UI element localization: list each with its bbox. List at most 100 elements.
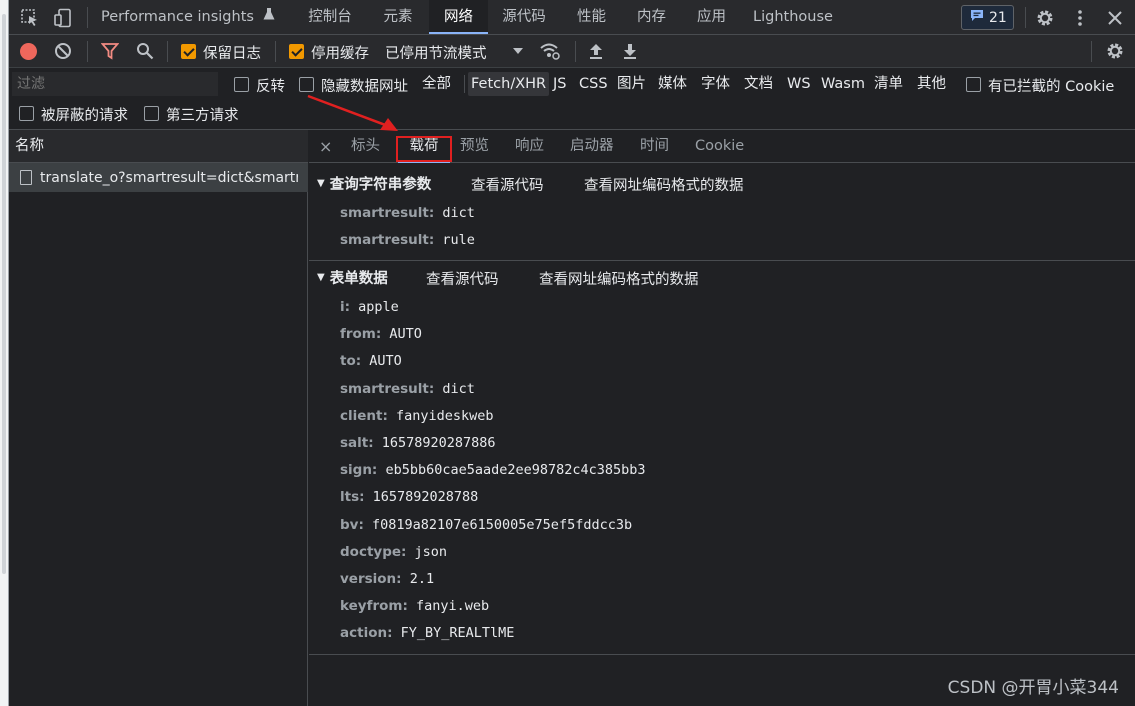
filter-type-other[interactable]: 其他	[914, 72, 949, 96]
param-value: json	[406, 543, 448, 560]
close-icon[interactable]	[1104, 7, 1126, 29]
issues-count: 21	[989, 9, 1007, 26]
disable-cache-checkbox[interactable]	[289, 44, 304, 59]
disable-cache-label: 停用缓存	[311, 46, 369, 62]
filter-type-font[interactable]: 字体	[698, 72, 733, 96]
blocked-requests-checkbox[interactable]	[19, 106, 34, 121]
divider	[87, 41, 88, 62]
divider	[167, 41, 168, 62]
tab-headers[interactable]: 标头	[351, 130, 380, 163]
param-row: i: apple	[340, 296, 399, 318]
tab-network[interactable]: 网络	[429, 0, 488, 34]
filter-type-img[interactable]: 图片	[614, 72, 649, 96]
tab-sources[interactable]: 源代码	[494, 0, 554, 34]
clear-icon[interactable]	[52, 40, 74, 62]
section-divider	[309, 654, 1135, 655]
tab-timing[interactable]: 时间	[640, 130, 669, 163]
network-conditions-wifi-icon[interactable]	[539, 40, 561, 62]
throttling-select[interactable]: 已停用节流模式	[385, 42, 487, 63]
tab-preview[interactable]: 预览	[460, 130, 489, 163]
param-value: 1657892028788	[364, 489, 479, 506]
blocked-cookies-checkbox[interactable]	[966, 77, 981, 92]
filter-type-css[interactable]: CSS	[576, 72, 611, 96]
tab-initiator[interactable]: 启动器	[570, 130, 614, 163]
flask-icon	[263, 0, 275, 34]
import-har-upload-icon[interactable]	[585, 40, 607, 62]
tab-performance-insights[interactable]: Performance insights	[101, 0, 275, 34]
filter-type-doc[interactable]: 文档	[741, 72, 776, 96]
divider	[275, 41, 276, 62]
request-row[interactable]: translate_o?smartresult=dict&smartresult…	[9, 163, 308, 192]
param-key: i:	[340, 299, 351, 315]
request-details: × 标头 载荷 预览 响应 启动器 时间 Cookie ▼ 查询字符串参数 查看…	[309, 130, 1135, 706]
hide-data-urls-label: 隐藏数据网址	[321, 79, 408, 95]
tab-elements[interactable]: 元素	[372, 0, 424, 34]
param-value: 16578920287886	[373, 435, 496, 451]
tab-lighthouse[interactable]: Lighthouse	[750, 0, 836, 34]
param-key: bv:	[340, 516, 364, 533]
query-params-header[interactable]: ▼ 查询字符串参数	[309, 169, 431, 197]
filter-funnel-icon[interactable]	[99, 40, 121, 62]
param-key: salt:	[340, 435, 374, 451]
filter-type-ws[interactable]: WS	[784, 72, 814, 96]
param-value: FY_BY_REALTlME	[392, 625, 515, 642]
form-data-header[interactable]: ▼ 表单数据	[309, 263, 388, 291]
form-view-source-link[interactable]: 查看源代码	[426, 268, 499, 289]
settings-gear-icon[interactable]	[1034, 7, 1056, 29]
third-party-checkbox[interactable]	[144, 106, 159, 121]
device-toolbar-icon[interactable]	[52, 7, 74, 29]
issues-badge[interactable]: 21	[961, 5, 1014, 30]
divider	[1025, 7, 1026, 28]
tab-memory[interactable]: 内存	[626, 0, 677, 34]
param-row: action: FY_BY_REALTlME	[340, 622, 514, 644]
param-key: action:	[340, 625, 393, 642]
preserve-log-checkbox[interactable]	[181, 44, 196, 59]
more-options-icon[interactable]	[1069, 7, 1091, 29]
name-column-header[interactable]: 名称	[9, 130, 308, 163]
param-key: lts:	[340, 489, 365, 506]
scrollbar-thumb[interactable]	[2, 14, 6, 574]
tab-cookies[interactable]: Cookie	[695, 130, 744, 163]
hide-data-urls-checkbox[interactable]	[299, 77, 314, 92]
filter-type-all[interactable]: 全部	[419, 72, 454, 96]
param-value: dict	[434, 380, 475, 397]
search-icon[interactable]	[134, 40, 156, 62]
filter-type-media[interactable]: 媒体	[655, 72, 690, 96]
network-settings-gear-icon[interactable]	[1104, 40, 1126, 62]
param-value: fanyi.web	[407, 598, 490, 615]
filter-input[interactable]	[12, 72, 218, 96]
message-icon	[970, 9, 984, 26]
filter-type-js[interactable]: JS	[550, 72, 569, 96]
caret-down-icon: ▼	[317, 177, 325, 189]
divider	[464, 75, 465, 93]
record-button[interactable]	[20, 43, 37, 60]
param-row: client: fanyideskweb	[340, 405, 494, 427]
close-details-button[interactable]: ×	[319, 130, 332, 163]
param-row: keyfrom: fanyi.web	[340, 595, 489, 617]
watermark: CSDN @开胃小菜344	[947, 678, 1119, 698]
tab-response[interactable]: 响应	[515, 130, 544, 163]
query-view-url-encoded-link[interactable]: 查看网址编码格式的数据	[584, 174, 744, 195]
divider	[1091, 41, 1092, 62]
filter-type-wasm[interactable]: Wasm	[818, 72, 868, 96]
form-data-title: 表单数据	[329, 270, 388, 287]
param-key: doctype:	[340, 543, 407, 560]
filter-bar: 反转 隐藏数据网址 全部 Fetch/XHR JS CSS 图片 媒体 字体 文…	[9, 68, 1135, 130]
filter-type-fetch-xhr[interactable]: Fetch/XHR	[468, 72, 550, 96]
tab-performance[interactable]: 性能	[566, 0, 617, 34]
query-view-source-link[interactable]: 查看源代码	[471, 174, 544, 195]
export-har-download-icon[interactable]	[619, 40, 641, 62]
param-row: version: 2.1	[340, 568, 434, 590]
query-params-title: 查询字符串参数	[329, 176, 432, 193]
dropdown-triangle-icon[interactable]	[507, 40, 529, 62]
param-key: to:	[340, 353, 362, 370]
form-view-url-encoded-link[interactable]: 查看网址编码格式的数据	[539, 268, 699, 289]
tab-application[interactable]: 应用	[686, 0, 737, 34]
param-row: bv: f0819a82107e6150005e75ef5fddcc3b	[340, 514, 632, 536]
left-scrollbar[interactable]	[0, 0, 9, 706]
tab-console[interactable]: 控制台	[295, 0, 365, 34]
section-divider	[309, 260, 1135, 261]
filter-type-manifest[interactable]: 清单	[871, 72, 906, 96]
invert-checkbox[interactable]	[234, 77, 249, 92]
inspect-element-icon[interactable]	[19, 7, 41, 29]
